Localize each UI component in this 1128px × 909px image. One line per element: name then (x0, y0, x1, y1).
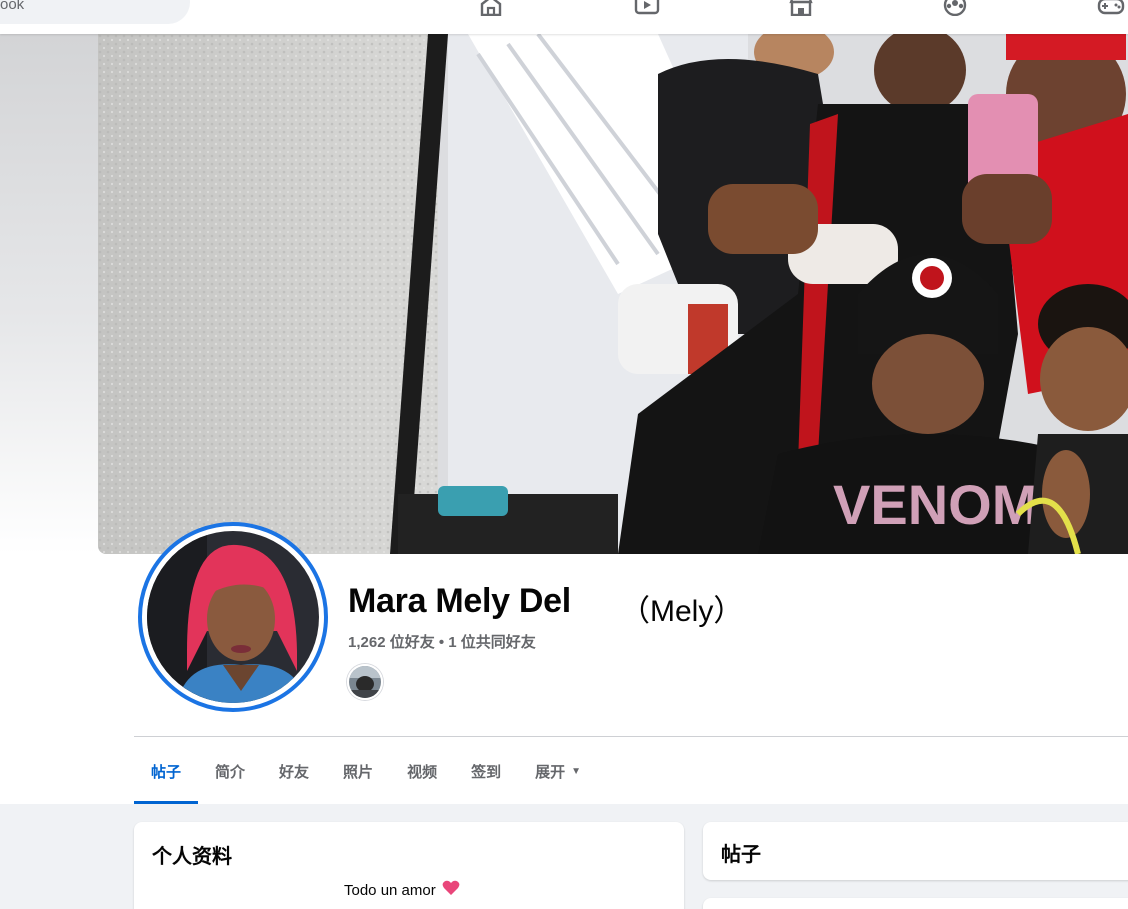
header-divider (134, 736, 1128, 737)
tab-photos[interactable]: 照片 (326, 738, 390, 804)
groups-icon[interactable] (940, 0, 970, 16)
heart-icon (442, 880, 460, 900)
friend-counts[interactable]: 1,262 位好友 • 1 位共同好友 (348, 631, 536, 652)
search-input-text: ook (0, 0, 25, 13)
watch-icon[interactable] (632, 0, 662, 16)
search-input[interactable]: ook (0, 0, 190, 24)
tab-label: 帖子 (151, 763, 182, 781)
posts-card: 帖子 (703, 822, 1128, 880)
tab-label: 展开 (535, 763, 566, 781)
home-icon[interactable] (476, 0, 506, 16)
tab-check-ins[interactable]: 签到 (454, 738, 518, 804)
tab-label: 照片 (343, 763, 374, 781)
cover-side-gradient (0, 34, 98, 554)
profile-avatar[interactable] (138, 522, 328, 712)
tab-label: 签到 (471, 763, 502, 781)
posts-title: 帖子 (721, 844, 761, 866)
tab-more[interactable]: 展开 ▼ (518, 738, 598, 804)
avatar-photo (147, 531, 319, 703)
tab-friends[interactable]: 好友 (262, 738, 326, 804)
marketplace-icon[interactable] (786, 0, 816, 16)
tab-videos[interactable]: 视频 (390, 738, 454, 804)
tab-posts[interactable]: 帖子 (134, 738, 199, 804)
gaming-icon[interactable] (1096, 0, 1126, 16)
tab-about[interactable]: 简介 (198, 738, 262, 804)
posts-composer-card (703, 898, 1128, 909)
intro-bio-text: Todo un amor (344, 881, 436, 899)
tab-label: 视频 (407, 763, 438, 781)
profile-tabs: 帖子 简介 好友 照片 视频 签到 展开 ▼ (134, 738, 598, 804)
tab-label: 好友 (279, 763, 310, 781)
caret-down-icon: ▼ (571, 765, 582, 777)
intro-title: 个人资料 (152, 846, 232, 868)
intro-card: 个人资料 Todo un amor (134, 822, 684, 909)
svg-text:VENOM: VENOM (833, 473, 1038, 536)
profile-name: Mara Mely Del (348, 582, 571, 620)
mutual-friend-avatar[interactable] (347, 664, 383, 700)
tab-label: 简介 (215, 763, 246, 781)
cover-photo[interactable]: VENOM (98, 34, 1128, 554)
profile-alternate-name: （Mely） (620, 595, 744, 628)
intro-bio: Todo un amor (344, 880, 460, 900)
top-navigation-bar: ook (0, 0, 1128, 34)
